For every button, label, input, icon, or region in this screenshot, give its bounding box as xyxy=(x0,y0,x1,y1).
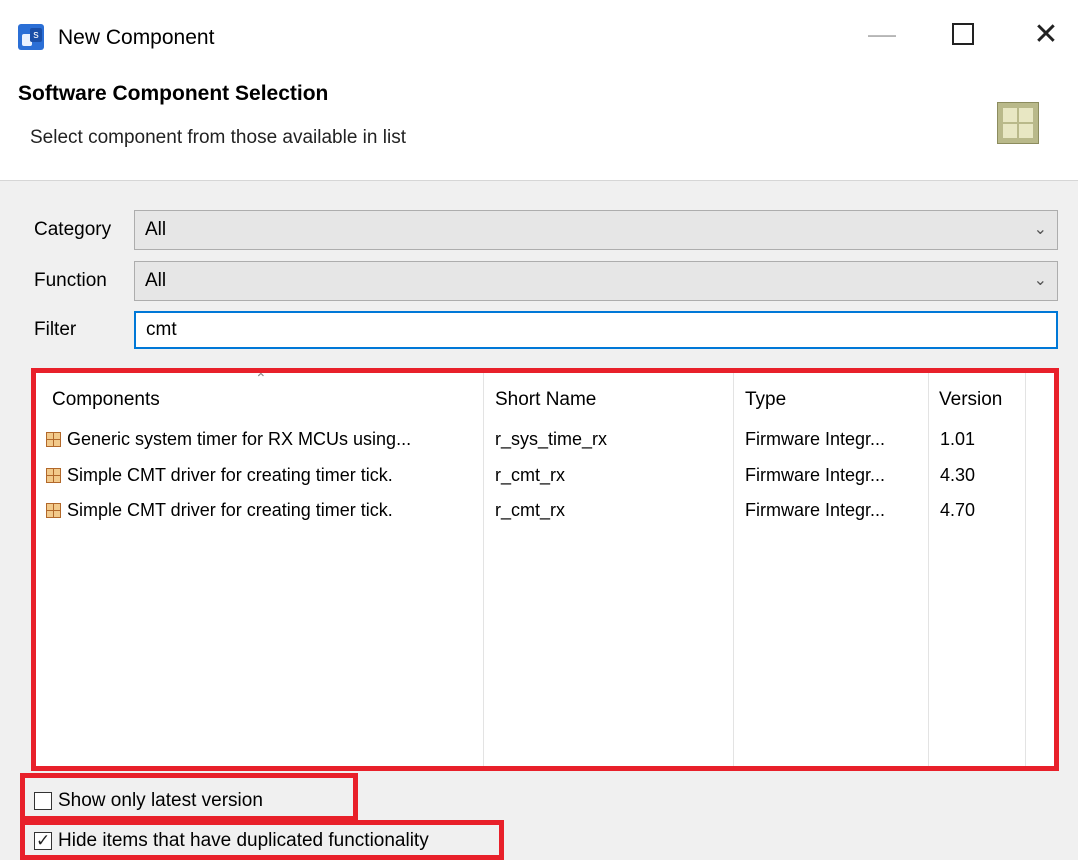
type-cell: Firmware Integr... xyxy=(745,500,886,520)
component-icon xyxy=(46,503,61,518)
chevron-down-icon: ⌄ xyxy=(1033,272,1047,289)
column-header-short-name[interactable]: Short Name xyxy=(495,388,596,412)
short-name-cell: r_cmt_rx xyxy=(495,500,566,520)
function-select-value: All xyxy=(145,270,167,291)
type-cell: Firmware Integr... xyxy=(745,429,886,449)
column-header-components[interactable]: Components xyxy=(52,388,160,412)
component-name: Simple CMT driver for creating timer tic… xyxy=(67,500,393,520)
component-icon xyxy=(46,432,61,447)
maximize-icon xyxy=(952,23,974,45)
component-name: Simple CMT driver for creating timer tic… xyxy=(67,465,393,485)
short-name-cell: r_sys_time_rx xyxy=(495,429,608,449)
show-latest-version-option[interactable]: Show only latest version xyxy=(34,789,263,813)
sort-ascending-icon: ⌃ xyxy=(255,370,267,386)
component-name: Generic system timer for RX MCUs using..… xyxy=(67,429,412,449)
minimize-button[interactable]: — xyxy=(854,12,910,56)
maximize-button[interactable] xyxy=(935,12,991,56)
filter-input[interactable]: cmt xyxy=(134,311,1058,349)
component-grid-icon xyxy=(997,102,1039,144)
filter-label: Filter xyxy=(34,319,77,340)
hide-duplicates-option[interactable]: Hide items that have duplicated function… xyxy=(34,829,429,853)
title-bar: New Component — ✕ xyxy=(0,0,1078,72)
chevron-down-icon: ⌄ xyxy=(1033,221,1047,238)
table-row[interactable]: Simple CMT driver for creating timer tic… xyxy=(33,493,1059,527)
components-table[interactable]: ⌃ Components Short Name Type Version Gen… xyxy=(33,370,1059,770)
hide-duplicates-checkbox[interactable] xyxy=(34,829,52,853)
window-title: New Component xyxy=(58,26,215,49)
show-latest-version-checkbox[interactable] xyxy=(34,792,52,810)
version-cell: 1.01 xyxy=(940,429,976,449)
close-button[interactable]: ✕ xyxy=(1018,12,1074,56)
category-label: Category xyxy=(34,219,112,240)
show-latest-version-label: Show only latest version xyxy=(58,790,263,811)
function-label: Function xyxy=(34,270,107,291)
column-header-version[interactable]: Version xyxy=(939,388,1002,412)
column-header-type[interactable]: Type xyxy=(745,388,786,412)
category-select[interactable]: All ⌄ xyxy=(134,210,1058,250)
page-title: Software Component Selection xyxy=(18,82,329,105)
app-icon xyxy=(18,24,44,50)
hide-duplicates-label: Hide items that have duplicated function… xyxy=(58,830,429,851)
component-icon xyxy=(46,468,61,483)
version-cell: 4.30 xyxy=(940,465,976,485)
version-cell: 4.70 xyxy=(940,500,976,520)
table-row[interactable]: Simple CMT driver for creating timer tic… xyxy=(33,458,1059,492)
category-select-value: All xyxy=(145,219,167,240)
type-cell: Firmware Integr... xyxy=(745,465,886,485)
wizard-header: Software Component Selection Select comp… xyxy=(0,72,1078,181)
short-name-cell: r_cmt_rx xyxy=(495,465,566,485)
table-row[interactable]: Generic system timer for RX MCUs using..… xyxy=(33,422,1059,456)
function-select[interactable]: All ⌄ xyxy=(134,261,1058,301)
page-description: Select component from those available in… xyxy=(30,127,406,148)
